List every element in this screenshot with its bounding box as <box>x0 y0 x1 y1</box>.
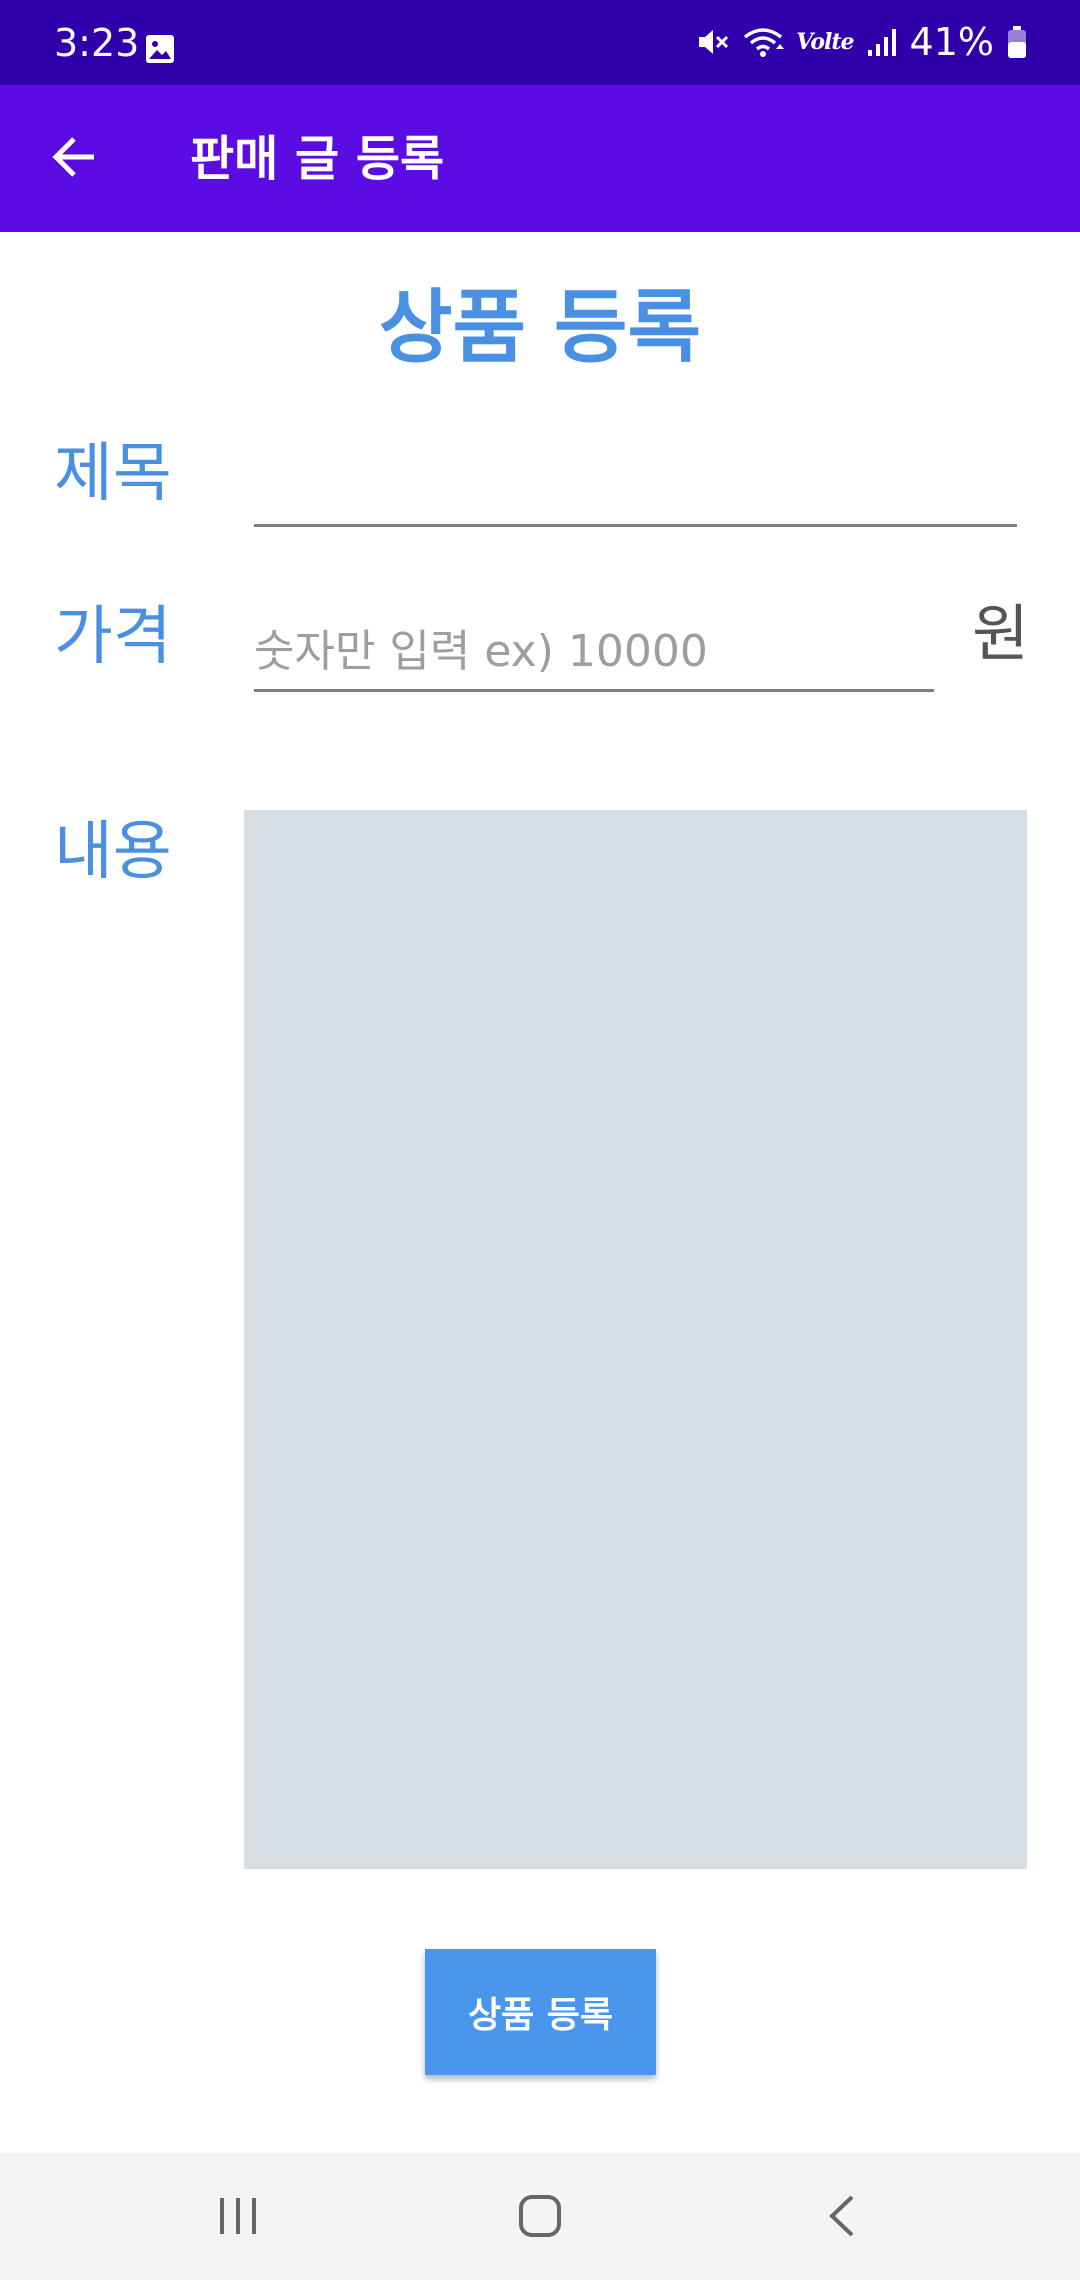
battery-percent: 41% <box>909 20 994 64</box>
price-unit-label: 원 <box>972 597 1030 670</box>
signal-icon <box>866 26 898 58</box>
title-label: 제목 <box>54 437 172 511</box>
gallery-icon <box>145 34 175 64</box>
status-time: 3:23 <box>54 21 140 65</box>
recents-icon <box>216 2196 260 2240</box>
status-indicators: Volte 41% <box>696 18 1028 66</box>
home-button[interactable] <box>495 2173 585 2263</box>
page-title: 판매 글 등록 <box>190 131 445 187</box>
navigation-bar <box>0 2153 1080 2280</box>
system-back-button[interactable] <box>797 2173 887 2263</box>
app-bar: 판매 글 등록 <box>0 85 1080 232</box>
wifi-icon <box>742 25 785 59</box>
form-heading: 상품 등록 <box>378 281 702 374</box>
volte-icon: Volte <box>796 29 854 55</box>
arrow-left-icon <box>50 133 98 185</box>
title-input[interactable] <box>254 445 1017 527</box>
back-icon <box>824 2193 860 2243</box>
status-bar: 3:23 Volte 41% <box>0 0 1080 85</box>
mute-icon <box>696 25 730 59</box>
recents-button[interactable] <box>193 2173 283 2263</box>
submit-product-button[interactable]: 상품 등록 <box>425 1949 656 2075</box>
battery-icon <box>1006 25 1028 59</box>
content-textarea[interactable] <box>244 810 1027 1869</box>
price-input[interactable] <box>254 613 934 692</box>
price-label: 가격 <box>54 600 172 674</box>
back-button[interactable] <box>36 121 112 197</box>
home-icon <box>517 2193 563 2243</box>
content-label: 내용 <box>54 815 172 889</box>
